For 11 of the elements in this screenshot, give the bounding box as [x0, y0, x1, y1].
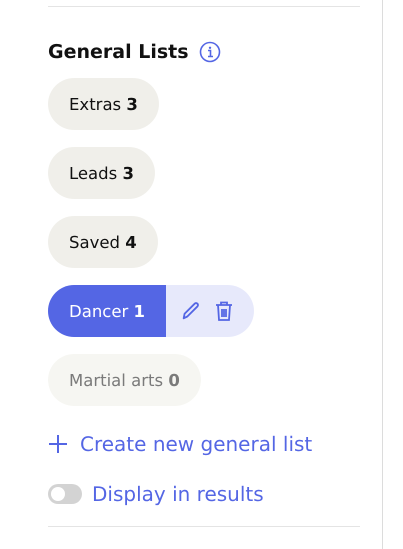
list-chip[interactable]: Saved 4	[48, 216, 158, 268]
list-chip[interactable]: Dancer 1	[48, 285, 166, 337]
list-chip[interactable]: Extras 3	[48, 78, 159, 130]
plus-icon	[48, 434, 68, 454]
trash-icon[interactable]	[214, 300, 234, 322]
toggle-label: Display in results	[92, 482, 264, 506]
info-icon[interactable]	[198, 41, 221, 63]
display-toggle[interactable]	[48, 484, 82, 504]
section-title: General Lists	[48, 41, 189, 63]
create-list-link[interactable]: Create new general list	[48, 432, 360, 456]
list-chip[interactable]: Leads 3	[48, 147, 155, 199]
